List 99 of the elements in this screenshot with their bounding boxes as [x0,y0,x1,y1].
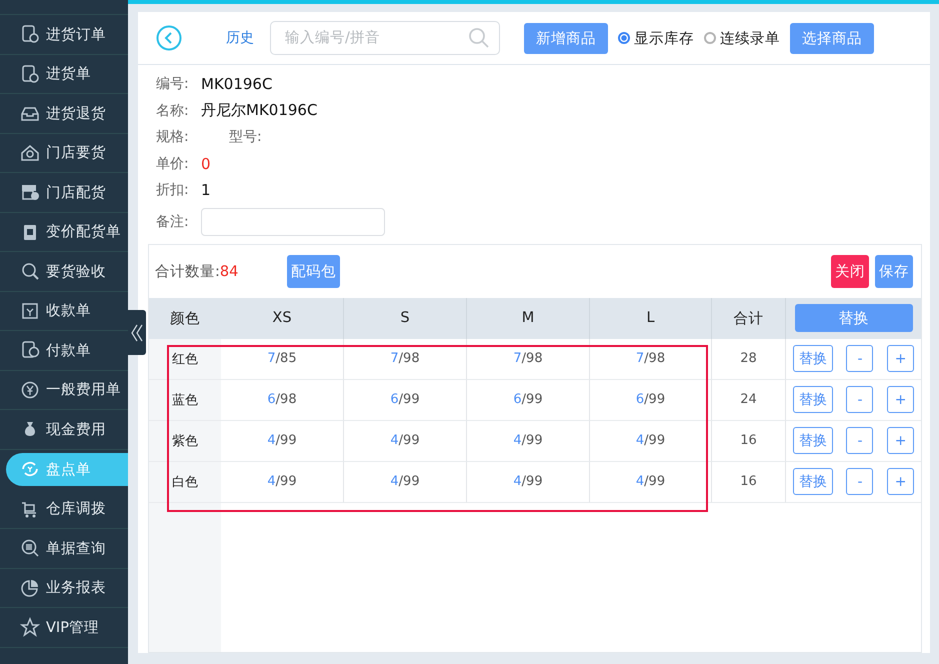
field-value: 0 [201,154,211,173]
sidebar-item[interactable]: 进货订单 [0,15,128,54]
sidebar-item[interactable]: 收款单 [0,292,128,331]
document-icon [20,64,40,84]
search-field[interactable]: 输入编号/拼音 [270,21,500,55]
house-icon [20,142,40,163]
quantity-cell: 4/99 [390,433,420,448]
table-cell: 28 [712,338,786,380]
field-label: 备注: [156,212,190,230]
shop-icon [20,182,40,202]
minus-button[interactable]: - [846,468,874,495]
search-icon [468,27,490,49]
table-cell: 24 [712,380,786,420]
field-label: 规格: [156,128,190,146]
sidebar-item[interactable]: 一般费用单 [0,370,128,410]
sidebar-item[interactable]: 单据查询 [0,529,128,568]
quantity-cell: 4/99 [636,474,666,489]
quantity-cell: 7/85 [267,351,297,366]
field-label: 单价: [156,154,190,173]
sidebar-item[interactable]: VIP管理 [0,608,128,648]
sidebar-item[interactable]: 门店要货 [0,134,128,173]
history-link[interactable]: 历史 [226,29,254,47]
column-header: L [590,298,712,338]
star-icon [20,617,40,638]
sidebar-item[interactable]: 要货验收 [0,252,128,292]
add-product-button[interactable]: 新增商品 [524,22,608,54]
refresh-icon [20,459,40,479]
quantity-cell: 7/98 [636,351,666,366]
quantity-cell: 4/99 [513,433,543,448]
quantity-cell: 4/99 [267,474,297,489]
sidebar-item[interactable]: 业务报表 [0,568,128,608]
minus-button[interactable]: - [846,345,874,372]
sidebar-item[interactable]: 进货单 [0,54,128,94]
total-quantity: 合计数量:84 [155,262,240,280]
replace-button[interactable]: 替换 [792,427,833,454]
radio-dot[interactable] [618,32,630,44]
field-label: 编号: [156,75,190,94]
receipt-icon [20,300,40,321]
replace-button[interactable]: 替换 [792,386,833,413]
quantity-cell: 4/99 [390,474,420,489]
yen-icon [20,380,40,400]
replace-button[interactable]: 替换 [792,468,833,495]
quantity-cell: 6/99 [636,392,666,407]
column-header: S [344,298,467,338]
table-cell: 紫色 [149,420,221,462]
field-value: 1 [201,181,211,200]
replace-button[interactable]: 替换 [792,345,833,372]
table-cell: 16 [712,420,786,462]
radio-dot[interactable] [704,32,716,44]
sidebar-item[interactable]: 进货退货 [0,94,128,134]
select-product-button[interactable]: 选择商品 [790,22,874,54]
field-label: 折扣: [156,181,190,200]
save-button[interactable]: 保存 [875,254,913,288]
document-icon [20,340,40,360]
note-field[interactable] [201,208,385,236]
plus-button[interactable]: + [887,386,914,413]
table-cell: 白色 [149,462,221,502]
table-cell: 16 [712,462,786,502]
sidebar-item[interactable]: 盘点单 [6,452,128,486]
field-label: 名称: [156,102,190,120]
back-icon[interactable] [156,25,182,51]
quantity-cell: 4/99 [636,433,666,448]
plus-button[interactable]: + [887,468,914,495]
quantity-cell: 7/98 [390,351,420,366]
column-header: 合计 [712,298,786,338]
field-value: 丹尼尔MK0196C [201,101,318,120]
close-button[interactable]: 关闭 [831,254,869,288]
sidebar-item[interactable]: 变价配货单 [0,212,128,252]
quantity-cell: 4/99 [267,433,297,448]
size-pack-button[interactable]: 配码包 [287,254,340,288]
column-header: 颜色 [149,298,221,338]
quantity-cell: 6/99 [390,392,420,407]
document-icon [20,24,40,44]
table-cell: 蓝色 [149,380,221,420]
replace-all-button[interactable]: 替换 [794,304,912,332]
minus-button[interactable]: - [846,427,874,454]
sidebar-item[interactable]: 仓库调拨 [0,490,128,529]
quantity-cell: 7/98 [513,351,543,366]
minus-button[interactable]: - [846,386,874,413]
sidebar-item[interactable]: 付款单 [0,331,128,370]
radio-option[interactable]: 连续录单 [704,28,780,48]
sidebar-item[interactable]: 门店配货 [0,173,128,212]
double-chevron-icon [131,322,143,342]
plus-button[interactable]: + [887,427,914,454]
search-list-icon [20,538,40,558]
quantity-cell: 6/98 [267,392,297,407]
magnifier-icon [20,261,40,282]
field-label: 型号: [229,128,262,146]
column-header: M [467,298,590,338]
table-cell: 红色 [149,338,221,380]
pie-chart-icon [20,578,40,598]
plus-button[interactable]: + [887,345,914,372]
field-value: MK0196C [201,75,272,94]
sidebar-item[interactable]: 现金费用 [0,410,128,450]
collapse-button[interactable] [128,310,146,355]
quantity-cell: 4/99 [513,474,543,489]
quantity-cell: 6/99 [513,392,543,407]
radio-option[interactable]: 显示库存 [618,28,694,48]
column-header: XS [221,298,344,338]
